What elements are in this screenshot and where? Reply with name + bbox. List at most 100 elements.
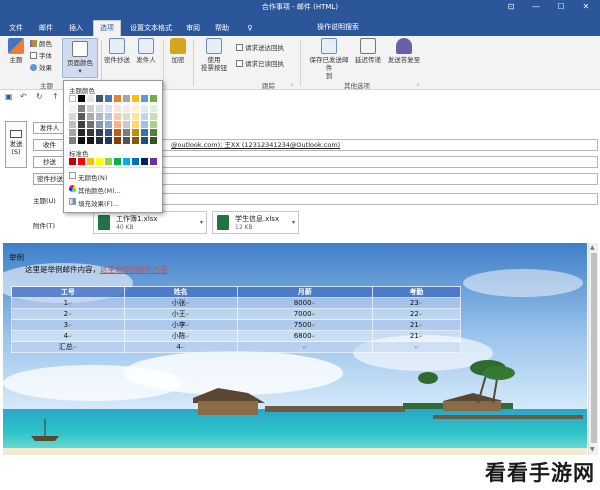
scroll-down-icon[interactable]: ▼ (590, 446, 595, 453)
theme-color-swatch[interactable] (78, 129, 85, 136)
theme-color-swatch[interactable] (105, 113, 112, 120)
to-button[interactable]: 收件 (33, 139, 66, 151)
theme-color-swatch[interactable] (96, 121, 103, 128)
tab-format-text[interactable]: 设置文本格式 (126, 21, 176, 36)
theme-color-swatch[interactable] (132, 121, 139, 128)
theme-color-swatch[interactable] (141, 95, 148, 102)
fill-effects-item[interactable]: 填充效果(F)... (78, 198, 119, 208)
theme-color-swatch[interactable] (123, 113, 130, 120)
from-field-button[interactable]: 发件人 (33, 122, 66, 134)
theme-color-swatch[interactable] (105, 129, 112, 136)
theme-color-swatch[interactable] (69, 95, 76, 102)
theme-color-swatch[interactable] (87, 129, 94, 136)
bcc-button[interactable]: 密件抄送 (103, 38, 131, 64)
theme-color-swatch[interactable] (150, 129, 157, 136)
theme-color-swatch[interactable] (87, 137, 94, 144)
email-line-link[interactable]: 这里是举例邮件内容 (100, 265, 168, 274)
theme-color-swatch[interactable] (150, 137, 157, 144)
minimize-icon[interactable]: — (524, 0, 548, 14)
theme-color-swatch[interactable] (114, 137, 121, 144)
read-receipt-checkbox[interactable]: 请求已读回执 (236, 60, 284, 69)
theme-color-swatch[interactable] (141, 105, 148, 112)
dialog-launcher-icon[interactable]: ⌟ (416, 80, 419, 87)
theme-color-swatch[interactable] (114, 105, 121, 112)
theme-color-swatch[interactable] (96, 129, 103, 136)
bcc-field-button[interactable]: 密件抄送 (33, 173, 67, 185)
theme-color-swatch[interactable] (141, 137, 148, 144)
theme-color-swatch[interactable] (96, 105, 103, 112)
theme-color-swatch[interactable] (132, 137, 139, 144)
chevron-down-icon[interactable]: ▾ (200, 219, 203, 226)
maximize-icon[interactable]: ☐ (549, 0, 573, 14)
message-body[interactable]: 举例 这里是举例邮件内容，这里是举例邮件内容 工号 姓名 月薪 考勤 1↵ 小张… (3, 243, 587, 455)
theme-color-swatch[interactable] (150, 121, 157, 128)
dialog-launcher-icon[interactable]: ⌟ (290, 80, 293, 87)
theme-color-swatch[interactable] (87, 95, 94, 102)
standard-color-swatch[interactable] (114, 158, 121, 165)
theme-color-swatch[interactable] (87, 105, 94, 112)
theme-color-swatch[interactable] (78, 113, 85, 120)
standard-color-swatch[interactable] (150, 158, 157, 165)
fonts-button[interactable]: 字体 (30, 52, 52, 61)
standard-color-swatch[interactable] (132, 158, 139, 165)
from-button[interactable]: 发件人 (134, 38, 158, 64)
tab-review[interactable]: 审阅 (181, 21, 205, 36)
theme-color-swatch[interactable] (132, 129, 139, 136)
tab-help[interactable]: 帮助 (210, 21, 234, 36)
theme-color-swatch[interactable] (150, 95, 157, 102)
theme-color-swatch[interactable] (78, 95, 85, 102)
standard-color-swatch[interactable] (123, 158, 130, 165)
theme-color-swatch[interactable] (132, 105, 139, 112)
scrollbar-thumb[interactable] (591, 253, 597, 443)
more-colors-item[interactable]: 其他颜色(M)... (78, 185, 121, 195)
theme-color-swatch[interactable] (69, 137, 76, 144)
theme-color-swatch[interactable] (123, 105, 130, 112)
theme-color-swatch[interactable] (87, 113, 94, 120)
no-color-item[interactable]: 无颜色(N) (78, 172, 107, 182)
standard-color-swatch[interactable] (96, 158, 103, 165)
theme-color-swatch[interactable] (123, 95, 130, 102)
up-arrow-icon[interactable]: ↑ (52, 92, 59, 101)
voting-buttons[interactable]: 使用 投票按钮 (197, 38, 231, 72)
save-sent-button[interactable]: 保存已发送邮件 到 (307, 38, 351, 80)
page-color-button[interactable]: 页面颜色 ▾ (62, 38, 98, 78)
standard-color-swatch[interactable] (87, 158, 94, 165)
theme-color-swatch[interactable] (105, 95, 112, 102)
theme-color-swatch[interactable] (69, 129, 76, 136)
send-button[interactable]: 发送 (S) (5, 121, 27, 168)
attachment-item[interactable]: 工作簿1.xlsx 40 KB ▾ (93, 211, 207, 234)
theme-color-swatch[interactable] (87, 121, 94, 128)
theme-color-swatch[interactable] (141, 129, 148, 136)
standard-color-swatch[interactable] (69, 158, 76, 165)
delivery-receipt-checkbox[interactable]: 请求送达回执 (236, 44, 284, 53)
undo-icon[interactable]: ↶ (20, 92, 27, 101)
tab-file[interactable]: 文件 (4, 21, 28, 36)
direct-replies-button[interactable]: 发送答复至 (385, 38, 423, 64)
theme-color-swatch[interactable] (141, 113, 148, 120)
theme-color-swatch[interactable] (69, 105, 76, 112)
close-icon[interactable]: ✕ (574, 0, 598, 14)
theme-color-swatch[interactable] (96, 113, 103, 120)
theme-color-swatch[interactable] (78, 137, 85, 144)
theme-color-swatch[interactable] (96, 137, 103, 144)
theme-color-swatch[interactable] (69, 113, 76, 120)
tell-me-search[interactable]: 操作说明搜索 (317, 22, 359, 32)
tab-message[interactable]: 邮件 (34, 21, 58, 36)
tab-options[interactable]: 选项 (93, 20, 121, 36)
theme-color-swatch[interactable] (114, 113, 121, 120)
theme-color-swatch[interactable] (78, 105, 85, 112)
theme-color-swatch[interactable] (105, 137, 112, 144)
theme-color-swatch[interactable] (69, 121, 76, 128)
effects-button[interactable]: 效果 (30, 64, 52, 73)
theme-color-swatch[interactable] (123, 121, 130, 128)
tab-insert[interactable]: 插入 (64, 21, 88, 36)
theme-color-swatch[interactable] (78, 121, 85, 128)
theme-color-swatch[interactable] (123, 129, 130, 136)
themes-button[interactable]: 主题 (4, 38, 28, 64)
vertical-scrollbar[interactable]: ▲ ▼ (588, 243, 598, 455)
standard-color-swatch[interactable] (141, 158, 148, 165)
delay-delivery-button[interactable]: 延迟传递 (352, 38, 384, 64)
theme-color-swatch[interactable] (105, 121, 112, 128)
theme-color-swatch[interactable] (141, 121, 148, 128)
theme-color-swatch[interactable] (114, 95, 121, 102)
